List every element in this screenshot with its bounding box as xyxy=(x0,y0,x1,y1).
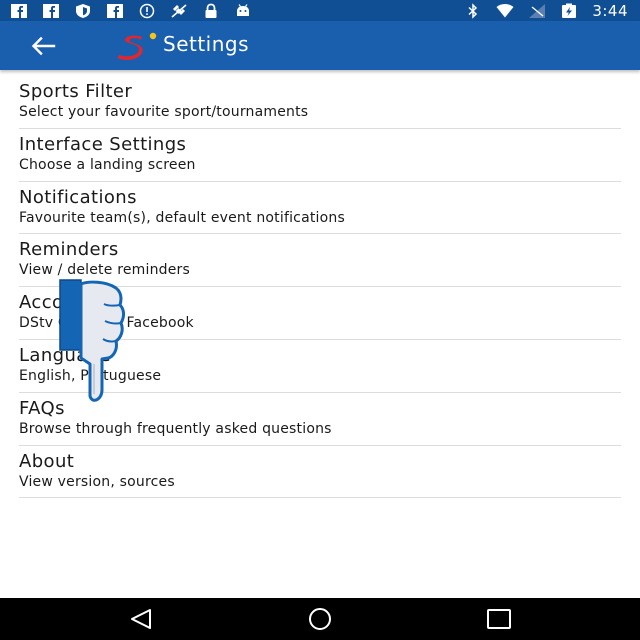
item-subtitle: Select your favourite sport/tournaments xyxy=(19,104,309,120)
status-right-icons: 3:44 xyxy=(464,2,628,20)
nav-home-button[interactable] xyxy=(305,606,335,632)
settings-item-sports-filter[interactable]: Sports Filter Select your favourite spor… xyxy=(19,76,621,129)
item-title: Notifications xyxy=(19,186,137,208)
item-title: Interface Settings xyxy=(19,133,187,155)
item-subtitle: View version, sources xyxy=(19,473,175,490)
nav-back-button[interactable] xyxy=(126,606,156,632)
item-title: Reminders xyxy=(19,239,119,261)
supersport-logo xyxy=(117,32,157,60)
status-clock: 3:44 xyxy=(592,1,628,20)
pointing-hand-icon xyxy=(59,279,125,402)
item-subtitle: Browse through frequently asked question… xyxy=(19,420,332,437)
signal-icon xyxy=(528,3,546,19)
status-left-icons xyxy=(10,3,252,19)
item-subtitle: Favourite team(s), default event notific… xyxy=(19,209,345,226)
settings-item-notifications[interactable]: Notifications Favourite team(s), default… xyxy=(19,182,621,235)
wifi-icon xyxy=(496,3,514,19)
settings-item-interface-settings[interactable]: Interface Settings Choose a landing scre… xyxy=(19,129,621,182)
warning-icon xyxy=(138,3,156,19)
app-bar: Settings xyxy=(0,21,640,70)
facebook-icon xyxy=(10,3,28,19)
no-satellite-icon xyxy=(170,3,188,19)
battery-charging-icon xyxy=(560,3,578,19)
status-bar: 3:44 xyxy=(0,0,640,21)
item-subtitle: View / delete reminders xyxy=(19,262,191,279)
item-title: Sports Filter xyxy=(19,81,133,102)
back-triangle-icon xyxy=(131,609,151,629)
page-title: Settings xyxy=(163,32,250,56)
back-button[interactable] xyxy=(28,33,58,59)
item-title: About xyxy=(19,450,75,472)
nav-recents-button[interactable] xyxy=(484,606,514,632)
arrow-left-icon xyxy=(31,36,56,56)
recents-square-icon xyxy=(487,609,511,629)
facebook-icon xyxy=(106,3,124,19)
shield-icon xyxy=(74,3,92,19)
item-subtitle: Choose a landing screen xyxy=(19,156,196,173)
navigation-bar xyxy=(0,598,640,640)
android-icon xyxy=(234,3,252,19)
facebook-icon xyxy=(42,3,60,19)
bluetooth-icon xyxy=(464,2,482,19)
lock-icon xyxy=(202,3,220,19)
home-circle-icon xyxy=(309,608,331,630)
settings-item-about[interactable]: About View version, sources xyxy=(19,446,621,499)
